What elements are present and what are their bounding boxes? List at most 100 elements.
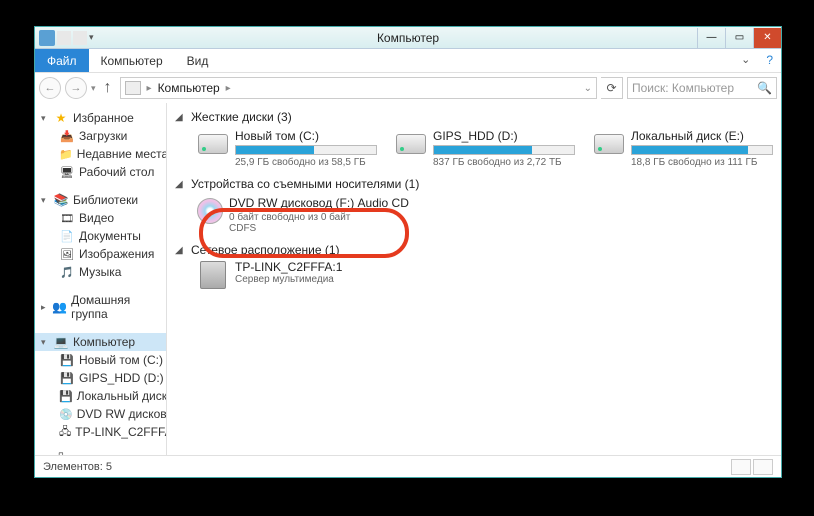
drive-d-name: GIPS_HDD (D:) [433,129,575,143]
chevron-right-icon: ▸ [41,302,48,313]
drive-c-free: 25,9 ГБ свободно из 58,5 ГБ [235,157,377,168]
search-input[interactable]: Поиск: Компьютер 🔍 [627,77,777,99]
chevron-down-icon: ◢ [175,245,185,256]
body: ▾ ★ Избранное 📥Загрузки 📁Недавние места … [35,103,781,455]
ribbon-expand-button[interactable]: ⌄ [733,49,758,72]
network-location-tplink[interactable]: TP-LINK_C2FFFA:1 Сервер мультимедиа [197,260,773,290]
nav-drive-d[interactable]: 💾GIPS_HDD (D:) [57,369,166,387]
drive-c-name: Новый том (C:) [235,129,377,143]
drive-d-free: 837 ГБ свободно из 2,72 ТБ [433,157,575,168]
tab-computer[interactable]: Компьютер [89,49,175,72]
app-icon [39,30,55,46]
hdd-icon [593,129,625,159]
history-dropdown[interactable]: ▾ [91,83,96,94]
drive-e-free: 18,8 ГБ свободно из 111 ГБ [631,157,773,168]
nav-documents[interactable]: 📄Документы [57,227,166,245]
section-network-header[interactable]: ◢ Сетевое расположение (1) [175,240,773,260]
nav-favorites-label: Избранное [73,111,134,125]
qat-button[interactable] [57,31,71,45]
drive-e-name: Локальный диск (E:) [631,129,773,143]
nav-music[interactable]: 🎵Музыка [57,263,166,281]
document-icon: 📄 [59,229,75,243]
search-icon: 🔍 [757,81,772,95]
refresh-button[interactable]: ⟳ [601,77,623,99]
nav-homegroup-header[interactable]: ▸ 👥 Домашняя группа [35,291,166,323]
address-dropdown[interactable]: ⌄ [584,83,592,94]
computer-icon [125,81,141,95]
nav-dvd[interactable]: 💿DVD RW дисковод [57,405,166,423]
cd-icon [197,196,223,226]
maximize-button[interactable]: ▭ [725,28,753,48]
drive-d[interactable]: GIPS_HDD (D:) 837 ГБ свободно из 2,72 ТБ [395,129,575,168]
drive-icon: 💾 [59,371,75,385]
folder-icon: 📥 [59,129,75,143]
video-icon: 🎞 [59,211,75,225]
chevron-down-icon: ▾ [41,113,49,124]
quick-access-toolbar: ▾ [39,30,94,46]
tab-file[interactable]: Файл [35,49,89,72]
help-button[interactable]: ? [758,49,781,72]
nav-pictures[interactable]: 🖼Изображения [57,245,166,263]
nav-drive-e[interactable]: 💾Локальный диск (E:) [57,387,166,405]
computer-icon: 💻 [53,335,69,349]
folder-icon: 📁 [59,147,73,161]
nav-favorites-header[interactable]: ▾ ★ Избранное [35,109,166,127]
music-icon: 🎵 [59,265,75,279]
section-network-title: Сетевое расположение (1) [191,243,340,257]
nav-computer-label: Компьютер [73,335,135,349]
close-button[interactable]: ✕ [753,28,781,48]
view-details-button[interactable] [731,459,751,475]
nav-desktop[interactable]: 🖥Рабочий стол [57,163,166,181]
section-hdd-title: Жесткие диски (3) [191,110,292,124]
content-pane: ◢ Жесткие диски (3) Новый том (C:) 25,9 … [167,103,781,455]
chevron-down-icon: ◢ [175,179,185,190]
drive-dvd[interactable]: DVD RW дисковод (F:) Audio CD 0 байт сво… [197,196,377,234]
qat-dropdown[interactable]: ▾ [89,32,94,43]
drive-c-bar [235,145,377,155]
minimize-button[interactable]: — [697,28,725,48]
status-bar: Элементов: 5 [35,455,781,477]
nav-downloads[interactable]: 📥Загрузки [57,127,166,145]
hdd-icon [197,129,229,159]
nav-homegroup-label: Домашняя группа [71,293,160,321]
nav-computer-header[interactable]: ▾ 💻 Компьютер [35,333,166,351]
hdd-icon [395,129,427,159]
explorer-window: ▾ Компьютер — ▭ ✕ Файл Компьютер Вид ⌄ ?… [34,26,782,478]
drive-d-bar [433,145,575,155]
section-removable-header[interactable]: ◢ Устройства со съемными носителями (1) [175,174,773,194]
tab-view[interactable]: Вид [175,49,221,72]
nav-libraries-label: Библиотеки [73,193,138,207]
nav-recent[interactable]: 📁Недавние места [57,145,166,163]
view-large-button[interactable] [753,459,773,475]
section-removable-title: Устройства со съемными носителями (1) [191,177,419,191]
homegroup-icon: 👥 [52,300,67,314]
picture-icon: 🖼 [59,247,75,261]
breadcrumb-root[interactable]: Компьютер [158,81,220,95]
nav-libraries-header[interactable]: ▾ 📚 Библиотеки [35,191,166,209]
server-icon [197,260,229,290]
navigation-pane: ▾ ★ Избранное 📥Загрузки 📁Недавние места … [35,103,167,455]
drive-dvd-fs: CDFS [229,223,409,234]
forward-button[interactable]: → [65,77,87,99]
chevron-right-icon: ▸ [226,83,231,94]
chevron-down-icon: ◢ [175,112,185,123]
chevron-down-icon: ▾ [41,195,49,206]
status-item-count: Элементов: 5 [43,461,112,473]
search-placeholder: Поиск: Компьютер [632,81,734,95]
back-button[interactable]: ← [39,77,61,99]
nav-videos[interactable]: 🎞Видео [57,209,166,227]
drive-dvd-name: DVD RW дисковод (F:) Audio CD [229,196,409,210]
nav-tplink[interactable]: 🖧TP-LINK_C2FFFA:1 [57,423,166,441]
nav-drive-c[interactable]: 💾Новый том (C:) [57,351,166,369]
net-desc: Сервер мультимедиа [235,274,342,285]
address-bar-row: ← → ▾ ↑ ▸ Компьютер ▸ ⌄ ⟳ Поиск: Компьют… [35,73,781,103]
qat-button[interactable] [73,31,87,45]
up-button[interactable]: ↑ [100,77,116,99]
drive-e[interactable]: Локальный диск (E:) 18,8 ГБ свободно из … [593,129,773,168]
section-hdd-header[interactable]: ◢ Жесткие диски (3) [175,107,773,127]
drive-dvd-free: 0 байт свободно из 0 байт [229,212,409,223]
drive-c[interactable]: Новый том (C:) 25,9 ГБ свободно из 58,5 … [197,129,377,168]
chevron-down-icon: ▾ [41,337,49,348]
libraries-icon: 📚 [53,193,69,207]
address-bar[interactable]: ▸ Компьютер ▸ ⌄ [120,77,597,99]
